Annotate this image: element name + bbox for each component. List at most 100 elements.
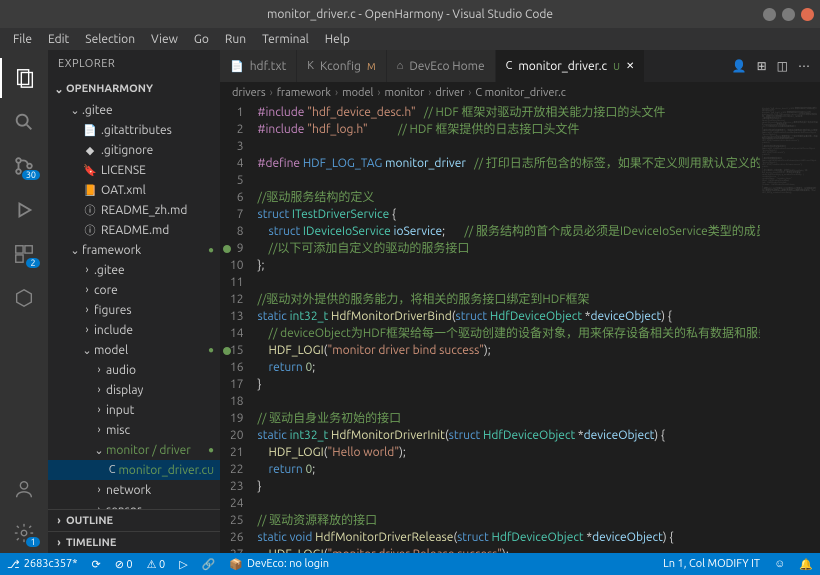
feedback-icon[interactable]: ☺ xyxy=(767,553,792,575)
code-line[interactable]: #include "hdf_device_desc.h" // HDF 框架对驱… xyxy=(258,104,760,121)
layout-icon[interactable]: ⊞ xyxy=(757,59,767,73)
breadcrumb-item[interactable]: framework xyxy=(277,87,331,99)
tree-item[interactable]: ›display xyxy=(48,380,220,400)
code-line[interactable]: struct ITestDriverService { xyxy=(258,206,760,223)
close-icon[interactable]: ✕ xyxy=(626,60,634,72)
deveco-icon[interactable] xyxy=(0,278,48,318)
live-share-icon[interactable]: 🔗 xyxy=(195,553,223,575)
code-line[interactable]: }; xyxy=(258,257,760,274)
code-line[interactable]: static void HdfMonitorDriverRelease(stru… xyxy=(258,529,760,546)
line-number[interactable]: 3 xyxy=(220,138,258,155)
code-line[interactable] xyxy=(258,393,760,410)
line-number[interactable]: 26 xyxy=(220,529,258,546)
outline-section[interactable]: ›OUTLINE xyxy=(48,509,220,531)
code-line[interactable]: //以下可添加自定义的驱动的服务接口 xyxy=(258,240,760,257)
code-line[interactable]: struct IDeviceIoService ioService; // 服务… xyxy=(258,223,760,240)
line-number[interactable]: 22 xyxy=(220,461,258,478)
tree-item[interactable]: ›audio xyxy=(48,360,220,380)
menu-file[interactable]: File xyxy=(6,31,39,48)
line-number[interactable]: 19 xyxy=(220,410,258,427)
line-number[interactable]: 13 xyxy=(220,308,258,325)
problems-warnings[interactable]: ⚠ 0 xyxy=(140,553,173,575)
tree-item[interactable]: ›input xyxy=(48,400,220,420)
tree-item[interactable]: ⓘREADME_zh.md xyxy=(48,200,220,220)
menu-selection[interactable]: Selection xyxy=(78,31,142,48)
menu-help[interactable]: Help xyxy=(318,31,357,48)
line-number[interactable]: 25 xyxy=(220,512,258,529)
tree-item[interactable]: Cmonitor_driver.cU xyxy=(48,460,220,480)
line-number[interactable]: 6 xyxy=(220,189,258,206)
search-icon[interactable] xyxy=(0,102,48,142)
tree-item[interactable]: 📙OAT.xml xyxy=(48,180,220,200)
code-line[interactable]: } xyxy=(258,376,760,393)
tree-item[interactable]: ⓘREADME.md xyxy=(48,220,220,240)
line-number[interactable]: 1 xyxy=(220,104,258,121)
breadcrumb-item[interactable]: driver xyxy=(435,87,464,99)
menu-edit[interactable]: Edit xyxy=(41,31,76,48)
line-number[interactable]: 17 xyxy=(220,376,258,393)
code-editor[interactable]: 1#include "hdf_device_desc.h" // HDF 框架对… xyxy=(220,104,760,553)
breadcrumb-item[interactable]: drivers xyxy=(232,87,266,99)
line-number[interactable]: 12 xyxy=(220,291,258,308)
tree-item[interactable]: ›misc xyxy=(48,420,220,440)
line-number[interactable]: 23 xyxy=(220,478,258,495)
line-number[interactable]: 18 xyxy=(220,393,258,410)
tree-item[interactable]: ⌄model● xyxy=(48,340,220,360)
code-line[interactable]: return 0; xyxy=(258,461,760,478)
code-line[interactable] xyxy=(258,172,760,189)
code-line[interactable] xyxy=(258,138,760,155)
run-debug-icon[interactable] xyxy=(0,190,48,230)
code-line[interactable]: HDF_LOGI("Hello world"); xyxy=(258,444,760,461)
cursor-position[interactable]: Ln 1, Col MODIFY IT xyxy=(656,553,767,575)
menu-terminal[interactable]: Terminal xyxy=(255,31,316,48)
account-icon[interactable] xyxy=(0,469,48,509)
code-line[interactable]: #include "hdf_log.h" // HDF 框架提供的日志接口头文件 xyxy=(258,121,760,138)
line-number[interactable]: 10 xyxy=(220,257,258,274)
code-line[interactable]: return 0; xyxy=(258,359,760,376)
project-section[interactable]: ⌄OPENHARMONY xyxy=(48,78,220,100)
code-line[interactable]: #define HDF_LOG_TAG monitor_driver // 打印… xyxy=(258,155,760,172)
minimize-button[interactable] xyxy=(763,8,776,21)
tab[interactable]: ⌂DevEco Home xyxy=(387,50,496,82)
code-line[interactable] xyxy=(258,495,760,512)
source-control-icon[interactable]: 30 xyxy=(0,146,48,186)
deveco-status[interactable]: 📦 DevEco: no login xyxy=(222,553,336,575)
line-number[interactable]: 7 xyxy=(220,206,258,223)
tree-item[interactable]: ⌄.gitee xyxy=(48,100,220,120)
code-line[interactable]: // 驱动资源释放的接口 xyxy=(258,512,760,529)
settings-icon[interactable]: 1 xyxy=(0,513,48,553)
git-branch[interactable]: ⎇ 2683c357* xyxy=(0,553,84,575)
sync-icon[interactable]: ⟳ xyxy=(84,553,107,575)
problems-errors[interactable]: ⊘ 0 xyxy=(108,553,140,575)
breadcrumb-item[interactable]: C monitor_driver.c xyxy=(475,87,566,99)
tree-item[interactable]: ⌄monitor / driver● xyxy=(48,440,220,460)
code-line[interactable]: static int32_t HdfMonitorDriverInit(stru… xyxy=(258,427,760,444)
menu-view[interactable]: View xyxy=(144,31,185,48)
code-line[interactable]: HDF_LOGI("monitor driver bind success"); xyxy=(258,342,760,359)
menu-go[interactable]: Go xyxy=(187,31,216,48)
split-icon[interactable]: ◫ xyxy=(777,59,788,73)
line-number[interactable]: 20 xyxy=(220,427,258,444)
notifications-icon[interactable]: 🔔 xyxy=(792,553,820,575)
menu-run[interactable]: Run xyxy=(218,31,253,48)
tree-item[interactable]: ⌄framework● xyxy=(48,240,220,260)
breadcrumb-item[interactable]: monitor xyxy=(385,87,425,99)
tab[interactable]: KKconfigM xyxy=(297,50,386,82)
code-line[interactable]: // 驱动自身业务初始的接口 xyxy=(258,410,760,427)
tree-item[interactable]: ›.gitee xyxy=(48,260,220,280)
code-line[interactable]: } xyxy=(258,478,760,495)
maximize-button[interactable] xyxy=(782,8,795,21)
code-line[interactable]: // deviceObject为HDF框架给每一个驱动创建的设备对象，用来保存设… xyxy=(258,325,760,342)
code-line[interactable]: HDF_LOGI("monitor driver Release success… xyxy=(258,546,760,553)
code-line[interactable]: //驱动服务结构的定义 xyxy=(258,189,760,206)
close-button[interactable] xyxy=(801,8,814,21)
person-icon[interactable]: 👤 xyxy=(732,59,747,73)
code-line[interactable] xyxy=(258,274,760,291)
code-line[interactable]: static int32_t HdfMonitorDriverBind(stru… xyxy=(258,308,760,325)
line-number[interactable]: 5 xyxy=(220,172,258,189)
tree-item[interactable]: ›include xyxy=(48,320,220,340)
tree-item[interactable]: ◆.gitignore xyxy=(48,140,220,160)
tab[interactable]: Cmonitor_driver.cU✕ xyxy=(496,50,646,82)
line-number[interactable]: 24 xyxy=(220,495,258,512)
debug-start-icon[interactable]: ▷ xyxy=(172,553,194,575)
